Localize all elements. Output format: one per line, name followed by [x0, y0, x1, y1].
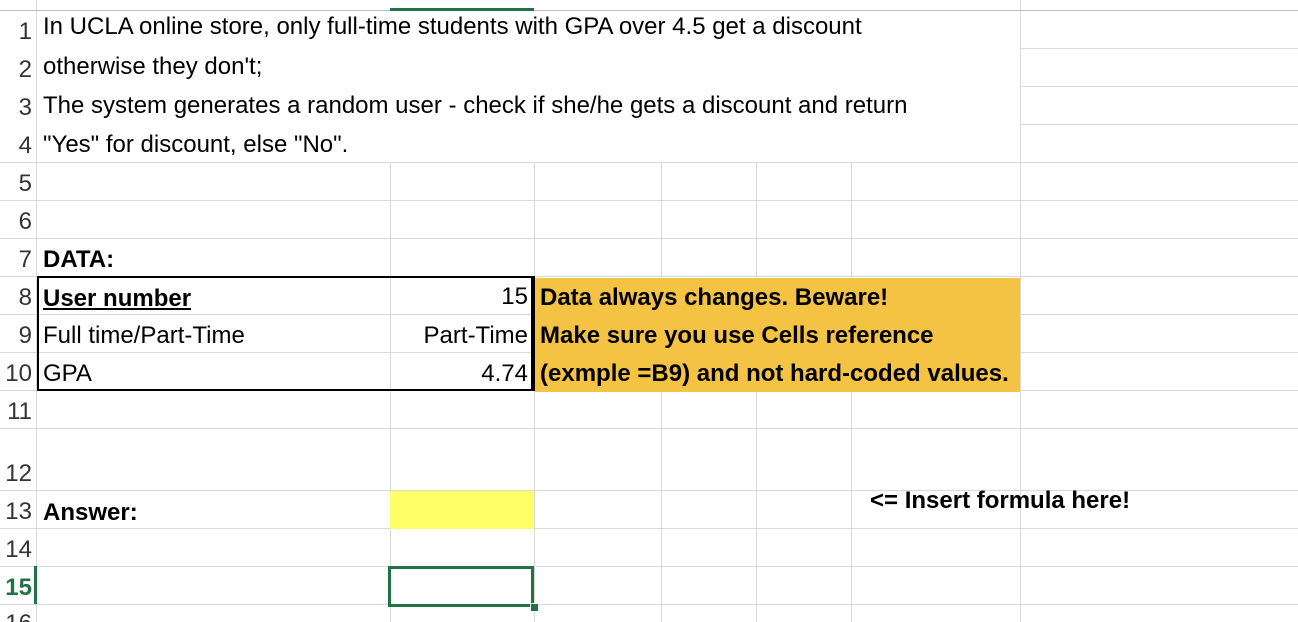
user-number-value[interactable]: 15 — [390, 278, 528, 316]
intro-line-4: "Yes" for discount, else "No". — [43, 131, 349, 158]
row-number-3[interactable]: 3 — [0, 96, 36, 120]
note-line-1: Data always changes. Beware! — [540, 284, 889, 311]
fulltime-label[interactable]: Full time/Part-Time — [43, 317, 245, 355]
row-number-16[interactable]: 16 — [0, 612, 36, 622]
intro-line-1: In UCLA online store, only full-time stu… — [43, 13, 862, 40]
row-number-13[interactable]: 13 — [0, 500, 36, 524]
fill-handle[interactable] — [530, 603, 539, 612]
row-number-4[interactable]: 4 — [0, 134, 36, 158]
note-line-2: Make sure you use Cells reference — [540, 322, 934, 349]
active-row-indicator — [34, 566, 37, 604]
row-number-15[interactable]: 15 — [0, 576, 36, 600]
user-number-label[interactable]: User number — [43, 280, 191, 318]
row-number-11[interactable]: 11 — [0, 400, 36, 424]
answer-label: Answer: — [43, 499, 138, 526]
row-number-7[interactable]: 7 — [0, 248, 36, 272]
answer-input-cell[interactable] — [390, 491, 534, 529]
row-number-2[interactable]: 2 — [0, 58, 36, 82]
data-heading: DATA: — [43, 246, 115, 273]
gpa-label[interactable]: GPA — [43, 355, 92, 393]
row-number-1[interactable]: 1 — [0, 20, 36, 44]
spreadsheet-grid[interactable]: 1 2 3 4 5 6 7 8 9 10 11 12 13 14 15 16 I… — [0, 0, 1298, 622]
insert-formula-hint: <= Insert formula here! — [870, 487, 1131, 514]
row-number-8[interactable]: 8 — [0, 286, 36, 310]
row-number-10[interactable]: 10 — [0, 362, 36, 386]
row-number-14[interactable]: 14 — [0, 538, 36, 562]
selected-cell[interactable] — [388, 566, 534, 607]
note-line-3: (exmple =B9) and not hard-coded values. — [540, 360, 1009, 387]
gpa-value[interactable]: 4.74 — [390, 355, 528, 393]
intro-line-2: otherwise they don't; — [43, 53, 263, 80]
row-number-5[interactable]: 5 — [0, 172, 36, 196]
row-number-12[interactable]: 12 — [0, 462, 36, 486]
row-number-6[interactable]: 6 — [0, 210, 36, 234]
intro-line-3: The system generates a random user - che… — [43, 92, 908, 119]
row-number-9[interactable]: 9 — [0, 324, 36, 348]
fulltime-value[interactable]: Part-Time — [390, 317, 528, 355]
